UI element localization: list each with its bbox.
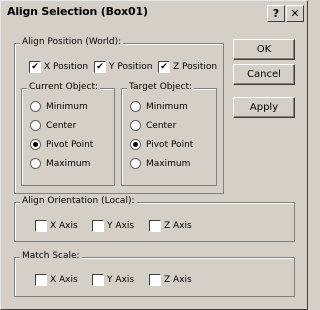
target-minimum-label: Minimum — [146, 101, 188, 112]
radio-dot — [30, 158, 41, 169]
target-maximum-label: Maximum — [146, 158, 191, 169]
z-position-label: Z Position — [173, 62, 218, 72]
target-center-radio[interactable]: Center — [130, 120, 176, 131]
align-orientation-group: Align Orientation (Local): X Axis Y Axis… — [14, 196, 295, 242]
help-button[interactable]: ? — [267, 5, 285, 22]
orient-y-checkbox[interactable]: Y Axis — [92, 220, 134, 232]
orient-z-check — [149, 220, 161, 232]
orient-z-label: Z Axis — [164, 221, 192, 231]
scale-z-check — [149, 274, 161, 286]
radio-dot — [130, 158, 141, 169]
ok-button[interactable]: OK — [233, 39, 295, 60]
target-pivot-point-radio[interactable]: Pivot Point — [130, 139, 193, 150]
orient-z-checkbox[interactable]: Z Axis — [149, 220, 192, 232]
target-object-group: Target Object: Minimum Center Pivot Point M… — [121, 82, 217, 186]
y-position-check: ✔ — [94, 61, 106, 73]
x-position-checkbox[interactable]: ✔ X Position — [29, 61, 88, 73]
radio-dot — [130, 101, 141, 112]
current-pivot-point-radio[interactable]: Pivot Point — [30, 139, 93, 150]
z-position-checkbox[interactable]: ✔ Z Position — [158, 61, 217, 73]
x-position-check: ✔ — [29, 61, 41, 73]
scale-y-label: Y Axis — [107, 275, 135, 285]
close-button[interactable]: ✕ — [286, 5, 304, 22]
match-scale-label: Match Scale: — [20, 251, 82, 261]
align-position-group: Align Position (World): ✔ X Position ✔ Y… — [14, 37, 224, 194]
match-scale-group: Match Scale: X Axis Y Axis Z Axis — [14, 251, 295, 297]
scale-z-label: Z Axis — [164, 275, 192, 285]
align-position-label: Align Position (World): — [20, 37, 124, 47]
scale-z-checkbox[interactable]: Z Axis — [149, 274, 192, 286]
y-position-label: Y Position — [109, 62, 153, 72]
align-selection-dialog: Align Selection (Box01) ? ✕ Align Positi… — [0, 0, 308, 310]
current-maximum-label: Maximum — [46, 158, 91, 169]
orient-y-label: Y Axis — [107, 221, 135, 231]
scale-x-check — [35, 274, 47, 286]
target-minimum-radio[interactable]: Minimum — [130, 101, 188, 112]
y-position-checkbox[interactable]: ✔ Y Position — [94, 61, 152, 73]
radio-dot — [30, 139, 41, 150]
orient-x-check — [35, 220, 47, 232]
orient-y-check — [92, 220, 104, 232]
current-maximum-radio[interactable]: Maximum — [30, 158, 90, 169]
current-object-label: Current Object: — [27, 82, 101, 92]
z-position-check: ✔ — [158, 61, 170, 73]
radio-dot — [30, 120, 41, 131]
target-center-label: Center — [146, 120, 177, 131]
dialog-title: Align Selection (Box01) — [7, 5, 148, 18]
target-maximum-radio[interactable]: Maximum — [130, 158, 190, 169]
scale-y-check — [92, 274, 104, 286]
title-bar: Align Selection (Box01) ? ✕ — [3, 3, 305, 23]
radio-dot — [130, 120, 141, 131]
x-position-label: X Position — [44, 62, 89, 72]
cancel-button[interactable]: Cancel — [233, 64, 295, 85]
radio-dot — [30, 101, 41, 112]
scale-x-label: X Axis — [50, 275, 78, 285]
scale-x-checkbox[interactable]: X Axis — [35, 274, 78, 286]
target-object-label: Target Object: — [127, 82, 195, 92]
current-pivot-point-label: Pivot Point — [46, 139, 94, 150]
current-center-label: Center — [46, 120, 77, 131]
radio-dot — [130, 139, 141, 150]
orient-x-checkbox[interactable]: X Axis — [35, 220, 78, 232]
current-center-radio[interactable]: Center — [30, 120, 76, 131]
apply-button[interactable]: Apply — [233, 97, 295, 118]
current-minimum-radio[interactable]: Minimum — [30, 101, 88, 112]
target-pivot-point-label: Pivot Point — [146, 139, 194, 150]
current-minimum-label: Minimum — [46, 101, 88, 112]
current-object-group: Current Object: Minimum Center Pivot Point… — [21, 82, 115, 186]
scale-y-checkbox[interactable]: Y Axis — [92, 274, 134, 286]
orient-x-label: X Axis — [50, 221, 78, 231]
align-orientation-label: Align Orientation (Local): — [20, 196, 137, 206]
